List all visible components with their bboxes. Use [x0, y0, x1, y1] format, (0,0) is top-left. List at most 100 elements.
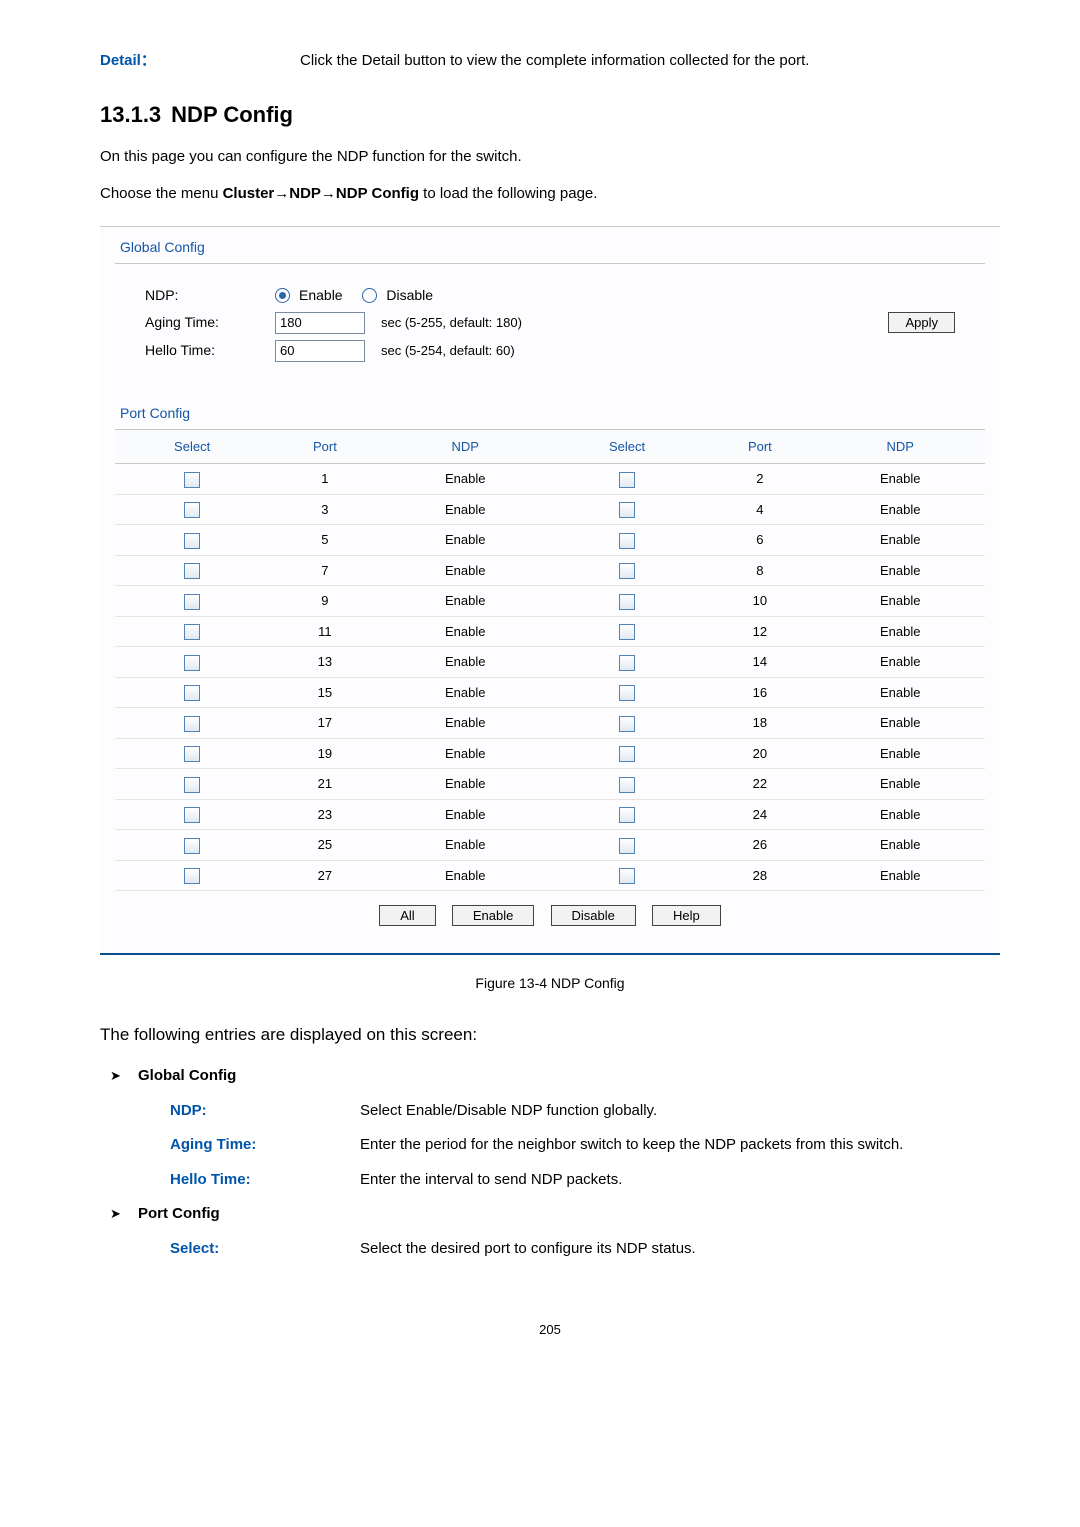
aging-label: Aging Time: [145, 312, 275, 333]
port-checkbox[interactable] [184, 777, 200, 793]
ndp-cell: Enable [816, 494, 986, 525]
ndp-config-ui: Global Config NDP: Enable Disable Aging … [100, 226, 1000, 955]
ndp-disable-radio[interactable] [362, 288, 377, 303]
ndp-cell: Enable [381, 799, 550, 830]
port-checkbox[interactable] [619, 472, 635, 488]
ndp-cell: Enable [816, 799, 986, 830]
ndp-disable-text: Disable [386, 285, 433, 306]
port-checkbox[interactable] [619, 746, 635, 762]
port-checkbox[interactable] [619, 624, 635, 640]
ndp-cell: Enable [381, 464, 550, 495]
ndp-enable-text: Enable [299, 285, 343, 306]
apply-button[interactable]: Apply [888, 312, 955, 333]
table-row: 21Enable22Enable [115, 769, 985, 800]
port-checkbox[interactable] [619, 868, 635, 884]
table-header-row: Select Port NDP Select Port NDP [115, 430, 985, 464]
ndp-cell: Enable [816, 616, 986, 647]
port-checkbox[interactable] [619, 807, 635, 823]
port-checkbox[interactable] [184, 716, 200, 732]
ndp-cell: Enable [816, 738, 986, 769]
table-row: 13Enable14Enable [115, 647, 985, 678]
page-number: 205 [100, 1320, 1000, 1340]
def-select-text: Select the desired port to configure its… [360, 1238, 696, 1261]
port-cell: 4 [704, 494, 815, 525]
ndp-cell: Enable [381, 769, 550, 800]
port-cell: 18 [704, 708, 815, 739]
def-aging: Aging Time: Enter the period for the nei… [170, 1134, 1000, 1157]
hello-time-input[interactable] [275, 340, 365, 362]
port-checkbox[interactable] [619, 685, 635, 701]
port-config-section: ➤ Port Config [110, 1203, 1000, 1226]
port-cell: 5 [269, 525, 380, 556]
port-cell: 21 [269, 769, 380, 800]
detail-desc: Click the Detail button to view the comp… [300, 50, 809, 73]
section-heading: 13.1.3NDP Config [100, 98, 1000, 131]
port-checkbox[interactable] [619, 502, 635, 518]
port-checkbox[interactable] [184, 533, 200, 549]
def-ndp-label: NDP: [170, 1100, 360, 1123]
port-config-heading: Port Config [115, 393, 985, 430]
enable-button[interactable]: Enable [452, 905, 534, 926]
port-checkbox[interactable] [184, 807, 200, 823]
port-checkbox[interactable] [619, 533, 635, 549]
all-button[interactable]: All [379, 905, 435, 926]
ndp-cell: Enable [816, 586, 986, 617]
table-row: 11Enable12Enable [115, 616, 985, 647]
port-checkbox[interactable] [184, 563, 200, 579]
help-button[interactable]: Help [652, 905, 721, 926]
port-checkbox[interactable] [184, 685, 200, 701]
ndp-cell: Enable [381, 647, 550, 678]
port-cell: 2 [704, 464, 815, 495]
th-ndp-1: NDP [381, 430, 550, 464]
ndp-cell: Enable [381, 616, 550, 647]
port-cell: 14 [704, 647, 815, 678]
port-cell: 26 [704, 830, 815, 861]
def-aging-label: Aging Time: [170, 1134, 360, 1157]
port-checkbox[interactable] [619, 594, 635, 610]
ndp-cell: Enable [381, 738, 550, 769]
def-aging-text: Enter the period for the neighbor switch… [360, 1134, 903, 1157]
def-hello: Hello Time: Enter the interval to send N… [170, 1169, 1000, 1192]
port-cell: 9 [269, 586, 380, 617]
table-row: 15Enable16Enable [115, 677, 985, 708]
aging-hint: sec (5-255, default: 180) [381, 313, 522, 333]
port-checkbox[interactable] [184, 838, 200, 854]
table-row: 25Enable26Enable [115, 830, 985, 861]
def-select: Select: Select the desired port to confi… [170, 1238, 1000, 1261]
port-checkbox[interactable] [184, 472, 200, 488]
port-cell: 7 [269, 555, 380, 586]
port-checkbox[interactable] [184, 746, 200, 762]
ndp-enable-radio[interactable] [275, 288, 290, 303]
def-ndp: NDP: Select Enable/Disable NDP function … [170, 1100, 1000, 1123]
port-checkbox[interactable] [619, 716, 635, 732]
aging-time-input[interactable] [275, 312, 365, 334]
port-cell: 28 [704, 860, 815, 891]
disable-button[interactable]: Disable [551, 905, 636, 926]
detail-description-row: Detail： Click the Detail button to view … [100, 50, 1000, 73]
port-checkbox[interactable] [184, 624, 200, 640]
port-cell: 3 [269, 494, 380, 525]
port-checkbox[interactable] [619, 563, 635, 579]
ndp-cell: Enable [381, 830, 550, 861]
port-checkbox[interactable] [184, 594, 200, 610]
menu-bold: Cluster→NDP→NDP Config [223, 185, 419, 202]
port-cell: 22 [704, 769, 815, 800]
ui-bottom-divider [100, 953, 1000, 955]
port-checkbox[interactable] [184, 502, 200, 518]
port-cell: 10 [704, 586, 815, 617]
menu-prefix: Choose the menu [100, 185, 223, 202]
port-checkbox[interactable] [619, 777, 635, 793]
def-hello-text: Enter the interval to send NDP packets. [360, 1169, 622, 1192]
port-checkbox[interactable] [184, 868, 200, 884]
port-config-table: Select Port NDP Select Port NDP 1Enable2… [115, 430, 985, 892]
ndp-row: NDP: Enable Disable [145, 285, 955, 306]
port-checkbox[interactable] [184, 655, 200, 671]
table-row: 5Enable6Enable [115, 525, 985, 556]
def-ndp-text: Select Enable/Disable NDP function globa… [360, 1100, 657, 1123]
port-checkbox[interactable] [619, 838, 635, 854]
table-row: 1Enable2Enable [115, 464, 985, 495]
menu-path: Choose the menu Cluster→NDP→NDP Config t… [100, 183, 1000, 206]
ndp-cell: Enable [381, 708, 550, 739]
def-select-label: Select: [170, 1238, 360, 1261]
port-checkbox[interactable] [619, 655, 635, 671]
